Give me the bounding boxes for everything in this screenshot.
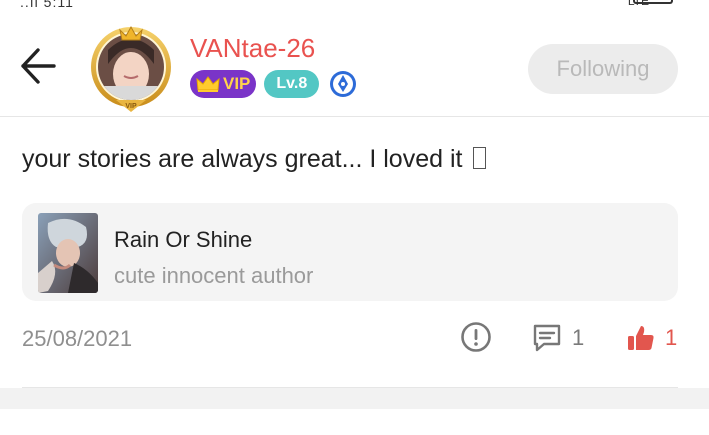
user-badges: VIP Lv.8 <box>190 69 357 99</box>
back-button[interactable] <box>18 44 58 88</box>
avatar[interactable]: VIP <box>86 24 176 114</box>
username[interactable]: VANtae-26 <box>190 33 315 64</box>
story-title: Rain Or Shine <box>114 227 253 252</box>
comment-body: your stories are always great... I loved… <box>22 145 487 174</box>
vip-badge: VIP <box>190 70 257 98</box>
comment-icon <box>533 324 561 352</box>
reply-button[interactable]: 1 <box>532 321 584 355</box>
thumbs-up-icon <box>628 326 654 350</box>
story-cover-image <box>38 213 98 293</box>
like-count: 1 <box>665 325 678 350</box>
level-badge: Lv.8 <box>264 70 320 98</box>
pen-medal-icon <box>330 71 357 97</box>
like-button[interactable]: 1 <box>627 321 677 355</box>
crown-icon <box>196 76 220 92</box>
arrow-left-icon <box>21 48 56 84</box>
comment-header: VIP VANtae-26 VIP Lv.8 Following <box>0 0 709 117</box>
svg-text:VIP: VIP <box>125 103 137 110</box>
missing-emoji-icon <box>473 147 487 169</box>
comment-date: 25/08/2021 <box>22 326 133 351</box>
story-author: cute innocent author <box>114 263 314 288</box>
report-icon <box>461 322 491 352</box>
comment-text: your stories are always great... I loved… <box>22 145 470 173</box>
vip-label: VIP <box>223 74 251 93</box>
report-button[interactable] <box>460 321 492 353</box>
level-label: Lv.8 <box>276 75 308 92</box>
story-card[interactable]: Rain Or Shine cute innocent author <box>22 203 678 301</box>
section-separator <box>0 388 709 409</box>
reply-count: 1 <box>572 325 585 350</box>
following-button[interactable]: Following <box>528 44 678 94</box>
